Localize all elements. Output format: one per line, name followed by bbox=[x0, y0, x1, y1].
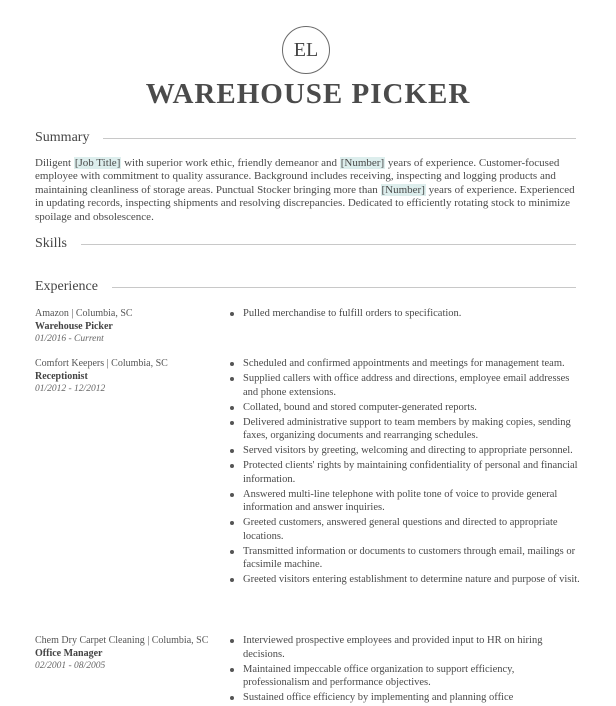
bullet-item: Greeted customers, answered general ques… bbox=[228, 516, 583, 543]
placeholder-job-title[interactable]: [Job Title] bbox=[73, 157, 122, 169]
section-divider bbox=[103, 137, 576, 139]
section-header-experience: Experience bbox=[35, 277, 576, 297]
section-title: Experience bbox=[35, 279, 98, 294]
job-entry: Comfort Keepers | Columbia, SC Reception… bbox=[35, 357, 225, 396]
job-entry: Amazon | Columbia, SC Warehouse Picker 0… bbox=[35, 307, 225, 346]
section-header-summary: Summary bbox=[35, 128, 576, 148]
bullet-item: Maintained impeccable office organizatio… bbox=[228, 663, 583, 690]
job-dates: 02/2001 - 08/2005 bbox=[35, 661, 106, 671]
bullet-item: Transmitted information or documents to … bbox=[228, 545, 583, 572]
job-role: Receptionist bbox=[35, 371, 88, 382]
job-bullets: Interviewed prospective employees and pr… bbox=[228, 634, 583, 706]
section-title: Summary bbox=[35, 130, 90, 145]
resume-title: WAREHOUSE PICKER bbox=[145, 78, 471, 110]
section-divider bbox=[111, 286, 576, 288]
job-role: Office Manager bbox=[35, 648, 103, 659]
job-dates: 01/2016 - Current bbox=[35, 334, 104, 344]
section-title: Skills bbox=[35, 236, 67, 251]
bullet-item: Served visitors by greeting, welcoming a… bbox=[228, 444, 583, 458]
placeholder-number[interactable]: [Number] bbox=[380, 183, 426, 196]
bullet-item: Greeted visitors entering establishment … bbox=[228, 573, 583, 587]
bullet-item: Pulled merchandise to fulfill orders to … bbox=[228, 307, 583, 321]
job-entry: Chem Dry Carpet Cleaning | Columbia, SC … bbox=[35, 634, 225, 673]
bullet-item: Sustained office efficiency by implement… bbox=[228, 691, 583, 705]
bullet-item: Interviewed prospective employees and pr… bbox=[228, 634, 583, 661]
section-divider bbox=[80, 243, 576, 245]
job-role: Warehouse Picker bbox=[35, 321, 113, 332]
bullet-item: Delivered administrative support to team… bbox=[228, 416, 583, 443]
placeholder-number[interactable]: [Number] bbox=[339, 157, 386, 169]
bullet-item: Scheduled and confirmed appointments and… bbox=[228, 357, 583, 371]
summary-segment: with superior work ethic, friendly demea… bbox=[121, 157, 340, 169]
section-header-skills: Skills bbox=[35, 234, 576, 254]
job-dates: 01/2012 - 12/2012 bbox=[35, 384, 106, 394]
job-company: Amazon | Columbia, SC bbox=[35, 308, 133, 319]
bullet-item: Answered multi-line telephone with polit… bbox=[228, 488, 583, 515]
job-bullets: Scheduled and confirmed appointments and… bbox=[228, 357, 583, 588]
job-bullets: Pulled merchandise to fulfill orders to … bbox=[228, 307, 583, 322]
bullet-item: Supplied callers with office address and… bbox=[228, 372, 583, 399]
bullet-item: Collated, bound and stored computer-gene… bbox=[228, 401, 583, 415]
summary-segment: Diligent bbox=[35, 157, 74, 169]
job-company: Comfort Keepers | Columbia, SC bbox=[35, 358, 168, 369]
bullet-item: Protected clients' rights by maintaining… bbox=[228, 459, 583, 486]
summary-text: Diligent [Job Title] with superior work … bbox=[35, 157, 575, 224]
monogram-avatar: EL bbox=[282, 26, 330, 74]
job-company: Chem Dry Carpet Cleaning | Columbia, SC bbox=[35, 635, 209, 646]
monogram-initials: EL bbox=[293, 38, 319, 61]
